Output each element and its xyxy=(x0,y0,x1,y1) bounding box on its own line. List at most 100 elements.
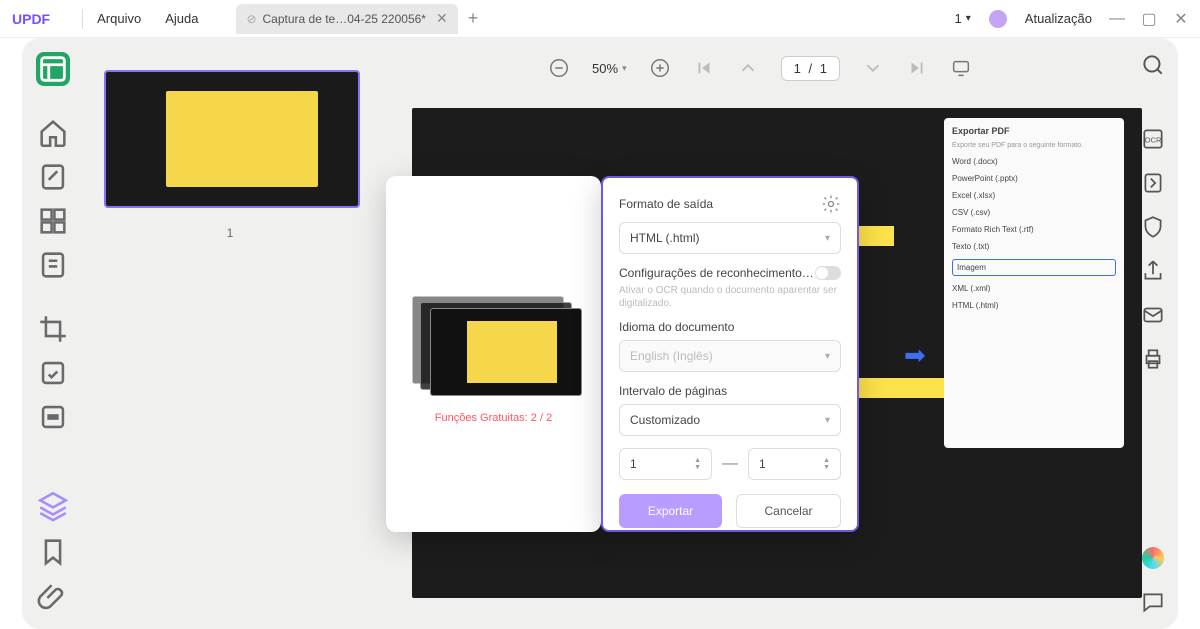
tab-close-icon[interactable]: ✕ xyxy=(436,10,448,27)
free-functions-label: Funções Gratuitas: 2 / 2 xyxy=(435,412,552,424)
main-outer: 1 50% ▾ 1 / 1 xyxy=(0,38,1200,629)
email-button[interactable] xyxy=(1140,302,1166,328)
edit-tool[interactable] xyxy=(36,160,70,194)
tab-broken-icon: ⊘ xyxy=(246,12,256,26)
compress-icon xyxy=(1140,170,1166,196)
upgrade-label[interactable]: Atualização xyxy=(1025,11,1092,26)
thumbnail-page-number: 1 xyxy=(104,226,356,240)
open-docs-dropdown[interactable]: 1 ▾ xyxy=(955,11,971,26)
next-page-button[interactable] xyxy=(862,57,884,79)
search-button[interactable] xyxy=(1140,52,1166,78)
range-dash: — xyxy=(722,455,738,473)
spinner-icon[interactable]: ▲▼ xyxy=(823,457,830,471)
share-button[interactable] xyxy=(1140,258,1166,284)
feedback-button[interactable] xyxy=(1140,589,1166,615)
new-tab-button[interactable]: + xyxy=(468,8,479,29)
chevron-down-icon: ▾ xyxy=(966,13,971,24)
export-preview-dialog: Funções Gratuitas: 2 / 2 xyxy=(386,176,601,532)
range-to-input[interactable]: 1 ▲▼ xyxy=(748,448,841,480)
print-icon xyxy=(1140,346,1166,372)
bg-format-item: PowerPoint (.pptx) xyxy=(952,174,1116,183)
shield-icon xyxy=(1140,214,1166,240)
ocr-hint: Ativar o OCR quando o documento aparenta… xyxy=(619,284,841,310)
last-page-icon xyxy=(906,57,928,79)
present-button[interactable] xyxy=(950,57,972,79)
thumbnails-icon xyxy=(36,52,70,86)
fill-sign-tool[interactable] xyxy=(36,356,70,390)
bg-format-item: CSV (.csv) xyxy=(952,208,1116,217)
page-total: 1 xyxy=(820,61,827,76)
page-thumbnail[interactable] xyxy=(104,70,360,208)
output-format-label: Formato de saída xyxy=(619,197,713,211)
ocr-settings-label: Configurações de reconhecimento de t… xyxy=(619,266,815,280)
bg-format-item: Texto (.txt) xyxy=(952,242,1116,251)
appearance-button[interactable] xyxy=(1140,545,1166,571)
doc-language-select[interactable]: English (Inglês) ▾ xyxy=(619,340,841,372)
page-range-value: Customizado xyxy=(630,413,700,427)
maximize-icon[interactable]: ▢ xyxy=(1142,12,1156,26)
crop-tool[interactable] xyxy=(36,312,70,346)
redact-icon xyxy=(36,400,70,434)
chat-icon xyxy=(1140,589,1166,615)
ocr-button[interactable]: OCR xyxy=(1140,126,1166,152)
edit-icon xyxy=(36,160,70,194)
range-from-value: 1 xyxy=(630,457,637,471)
thumbnails-tool[interactable] xyxy=(36,52,70,86)
output-format-select[interactable]: HTML (.html) ▾ xyxy=(619,222,841,254)
open-docs-count: 1 xyxy=(955,11,962,26)
protect-button[interactable] xyxy=(1140,214,1166,240)
paperclip-icon xyxy=(36,581,70,615)
app-logo: UPDF xyxy=(12,11,50,27)
menu-file[interactable]: Arquivo xyxy=(97,11,141,26)
bg-export-title: Exportar PDF xyxy=(952,126,1116,136)
bookmark-button[interactable] xyxy=(36,535,70,569)
print-button[interactable] xyxy=(1140,346,1166,372)
mail-icon xyxy=(1140,302,1166,328)
bg-format-item: Word (.docx) xyxy=(952,157,1116,166)
spinner-icon[interactable]: ▲▼ xyxy=(694,457,701,471)
arrow-pointer-icon: ➡ xyxy=(904,340,934,360)
chevron-down-icon xyxy=(862,57,884,79)
page-current: 1 xyxy=(794,61,801,76)
organize-tool[interactable] xyxy=(36,204,70,238)
bg-format-item-selected: Imagem xyxy=(952,259,1116,276)
chevron-down-icon: ▾ xyxy=(825,351,830,362)
range-from-input[interactable]: 1 ▲▼ xyxy=(619,448,712,480)
redact-tool[interactable] xyxy=(36,400,70,434)
ocr-toggle[interactable] xyxy=(815,266,841,280)
prev-page-button[interactable] xyxy=(737,57,759,79)
zoom-out-button[interactable] xyxy=(548,57,570,79)
layers-button[interactable] xyxy=(36,489,70,523)
page-indicator[interactable]: 1 / 1 xyxy=(781,56,840,81)
screen-icon xyxy=(950,57,972,79)
document-toolbar: 50% ▾ 1 / 1 xyxy=(402,48,1118,88)
search-icon xyxy=(1140,52,1166,78)
titlebar: UPDF Arquivo Ajuda ⊘ Captura de te…04-25… xyxy=(0,0,1200,38)
attachment-button[interactable] xyxy=(36,581,70,615)
page-sep: / xyxy=(808,61,812,76)
last-page-button[interactable] xyxy=(906,57,928,79)
zoom-in-button[interactable] xyxy=(649,57,671,79)
page-range-label: Intervalo de páginas xyxy=(619,384,841,398)
gear-icon xyxy=(821,194,841,214)
compress-button[interactable] xyxy=(1140,170,1166,196)
layers-icon xyxy=(36,489,70,523)
form-tool[interactable] xyxy=(36,248,70,282)
page-range-select[interactable]: Customizado ▾ xyxy=(619,404,841,436)
close-icon[interactable]: ✕ xyxy=(1174,12,1188,26)
home-icon xyxy=(36,116,70,150)
home-tool[interactable] xyxy=(36,116,70,150)
minus-circle-icon xyxy=(548,57,570,79)
zoom-dropdown[interactable]: 50% ▾ xyxy=(592,61,627,76)
settings-gear-button[interactable] xyxy=(821,194,841,214)
user-avatar[interactable] xyxy=(989,10,1007,28)
doc-language-label: Idioma do documento xyxy=(619,320,841,334)
minimize-icon[interactable]: — xyxy=(1110,12,1124,26)
plus-circle-icon xyxy=(649,57,671,79)
cancel-button[interactable]: Cancelar xyxy=(736,494,841,528)
menu-help[interactable]: Ajuda xyxy=(165,11,198,26)
first-page-button[interactable] xyxy=(693,57,715,79)
export-panel-bg: Exportar PDF Exporte seu PDF para o segu… xyxy=(944,118,1124,448)
document-tab[interactable]: ⊘ Captura de te…04-25 220056* ✕ xyxy=(236,4,457,34)
export-button[interactable]: Exportar xyxy=(619,494,722,528)
